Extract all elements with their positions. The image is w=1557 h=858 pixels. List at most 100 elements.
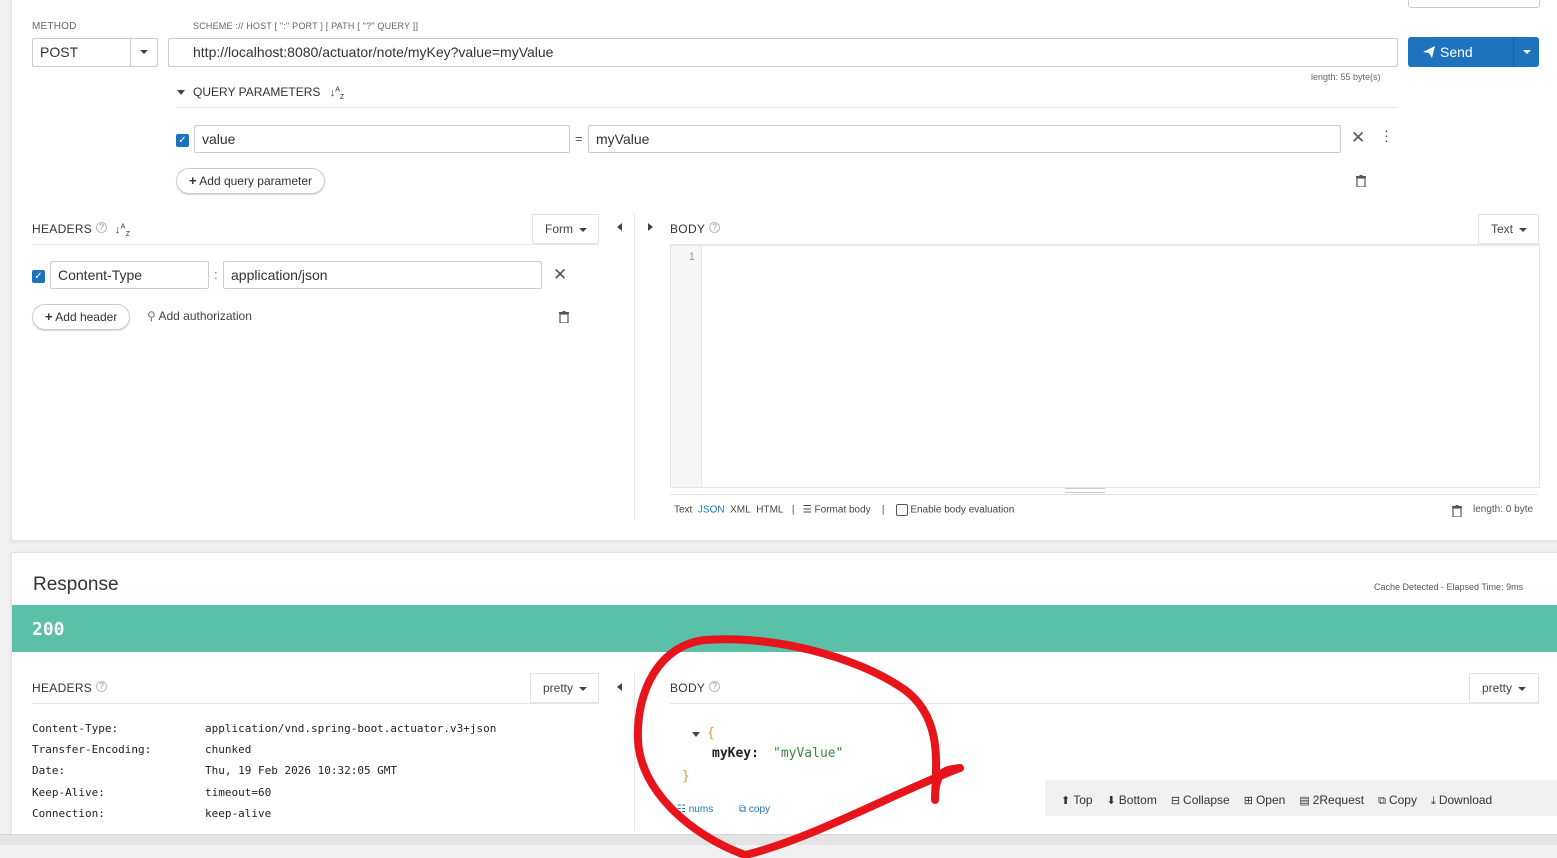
trash-icon[interactable]	[1356, 174, 1366, 192]
sort-alpha-icon[interactable]: ↓AZ	[115, 223, 130, 238]
copy-link[interactable]: ⧉ copy	[739, 804, 770, 815]
url-value: http://localhost:8080/actuator/note/myKe…	[193, 44, 554, 60]
remove-query-param-icon[interactable]: ✕	[1351, 128, 1365, 148]
editor-bottom-border	[670, 494, 1538, 495]
headers-mode-dropdown[interactable]: Form	[532, 214, 599, 244]
response-body-divider	[670, 703, 1539, 704]
editor-resize-handle[interactable]	[1065, 488, 1105, 493]
copy-icon: ⧉	[739, 804, 747, 815]
sort-alpha-icon[interactable]: ↓AZ	[330, 86, 344, 101]
add-authorization-link[interactable]: ⚲ Add authorization	[147, 309, 252, 323]
align-icon: ☰	[802, 504, 812, 516]
download-icon: ⤓	[1430, 795, 1436, 807]
plus-square-icon: ⊞	[1243, 795, 1253, 807]
download-button[interactable]: ⤓ Download	[1431, 793, 1492, 808]
response-header-value: timeout=60	[205, 786, 272, 799]
top-button[interactable]: ⬆ Top	[1061, 793, 1093, 807]
request-split-divider	[634, 214, 635, 520]
query-params-title: QUERY PARAMETERS	[193, 85, 321, 99]
json-open-brace: {	[707, 726, 715, 741]
send-button[interactable]: Send	[1408, 37, 1539, 67]
chevron-down-icon	[579, 686, 588, 691]
download-label: Download	[1438, 793, 1493, 807]
body-mode-dropdown[interactable]: Text	[1478, 214, 1539, 244]
json-collapse-toggle[interactable]	[692, 732, 700, 737]
query-param-sep: =	[575, 131, 583, 146]
add-query-param-button[interactable]: + Add query parameter	[176, 168, 325, 194]
response-header-value: Thu, 19 Feb 2026 10:32:05 GMT	[205, 764, 398, 777]
response-split-divider	[634, 673, 635, 831]
header-enabled-checkbox[interactable]: ✓	[32, 270, 45, 283]
collapse-button[interactable]: ⊟ Collapse	[1171, 793, 1230, 807]
open-label: Open	[1255, 793, 1286, 807]
query-param-name-input[interactable]: value	[194, 125, 570, 153]
line-nums-link[interactable]: ☷ nums	[677, 804, 713, 815]
enable-body-eval-checkbox[interactable]	[895, 504, 908, 516]
header-name-input[interactable]: Content-Type	[50, 261, 209, 289]
to-request-button[interactable]: ▤ 2Request	[1299, 793, 1364, 807]
trash-icon[interactable]	[559, 310, 569, 328]
response-header-value: keep-alive	[205, 807, 272, 820]
method-label: METHOD	[32, 21, 77, 32]
send-label: Send	[1440, 44, 1473, 60]
more-options-icon[interactable]: · · ·	[1384, 123, 1389, 147]
triangle-down-icon	[177, 90, 185, 96]
response-body-title-text: BODY	[670, 681, 706, 695]
body-editor[interactable]: 1	[670, 245, 1540, 488]
editor-gutter: 1	[671, 246, 702, 487]
open-button[interactable]: ⊞ Open	[1244, 793, 1286, 807]
send-options-toggle[interactable]	[1513, 37, 1540, 67]
chevron-down-icon	[1523, 50, 1531, 54]
response-headers-mode-label: pretty	[543, 681, 574, 695]
response-body-mode-label: pretty	[1482, 681, 1513, 695]
plus-icon: +	[189, 173, 197, 188]
help-icon[interactable]: ?	[96, 681, 108, 692]
response-headers-title: HEADERS?	[32, 681, 108, 695]
format-html[interactable]: HTML	[756, 505, 783, 516]
add-query-param-label: Add query parameter	[199, 174, 312, 188]
url-input[interactable]: http://localhost:8080/actuator/note/myKe…	[168, 38, 1398, 67]
format-json[interactable]: JSON	[698, 505, 725, 516]
chevron-down-icon	[140, 50, 148, 54]
arrow-down-circle-icon: ⬇	[1106, 795, 1116, 807]
add-authorization-label: Add authorization	[158, 309, 252, 323]
method-dropdown-toggle[interactable]	[130, 38, 158, 67]
request-body-title: BODY?	[670, 222, 721, 236]
query-param-enabled-checkbox[interactable]: ✓	[176, 134, 189, 147]
help-icon[interactable]: ?	[709, 222, 721, 233]
format-text[interactable]: Text	[674, 505, 692, 516]
header-value-input[interactable]: application/json	[223, 261, 542, 289]
list-icon: ☷	[677, 804, 686, 815]
chevron-down-icon	[1519, 227, 1528, 232]
collapse-left-icon[interactable]	[617, 223, 622, 231]
collapse-label: Collapse	[1183, 793, 1230, 807]
response-headers-mode-dropdown[interactable]: pretty	[530, 673, 599, 703]
collapse-left-icon[interactable]	[617, 683, 622, 691]
paper-plane-icon	[1423, 46, 1435, 58]
query-params-toggle[interactable]: QUERY PARAMETERS ↓AZ	[177, 85, 344, 101]
response-body-mode-dropdown[interactable]: pretty	[1469, 673, 1539, 703]
json-key: myKey:	[712, 746, 759, 761]
help-icon[interactable]: ?	[96, 222, 108, 233]
copy-button[interactable]: ⧉ Copy	[1378, 793, 1417, 808]
clipboard-icon: ▤	[1299, 795, 1310, 807]
query-param-value: myValue	[596, 131, 650, 147]
add-header-button[interactable]: + Add header	[32, 304, 131, 330]
query-param-value-input[interactable]: myValue	[588, 125, 1341, 153]
horizontal-scrollbar[interactable]	[0, 834, 1557, 845]
request-headers-title-text: HEADERS	[32, 222, 93, 236]
add-header-label: Add header	[55, 310, 118, 324]
format-xml[interactable]: XML	[730, 505, 751, 516]
remove-header-icon[interactable]: ✕	[553, 265, 567, 285]
expand-right-icon[interactable]	[648, 223, 653, 231]
help-icon[interactable]: ?	[709, 681, 721, 692]
top-right-control[interactable]	[1408, 0, 1540, 8]
method-value: POST	[40, 44, 79, 60]
trash-icon[interactable]	[1452, 504, 1462, 522]
response-header-name: Transfer-Encoding:	[32, 743, 152, 756]
request-headers-divider	[32, 244, 599, 245]
url-length: length: 55 byte(s)	[1311, 72, 1381, 82]
format-body-button[interactable]: ☰ Format body	[803, 505, 871, 516]
bottom-button[interactable]: ⬇ Bottom	[1107, 793, 1157, 807]
header-name: Content-Type	[58, 267, 143, 283]
